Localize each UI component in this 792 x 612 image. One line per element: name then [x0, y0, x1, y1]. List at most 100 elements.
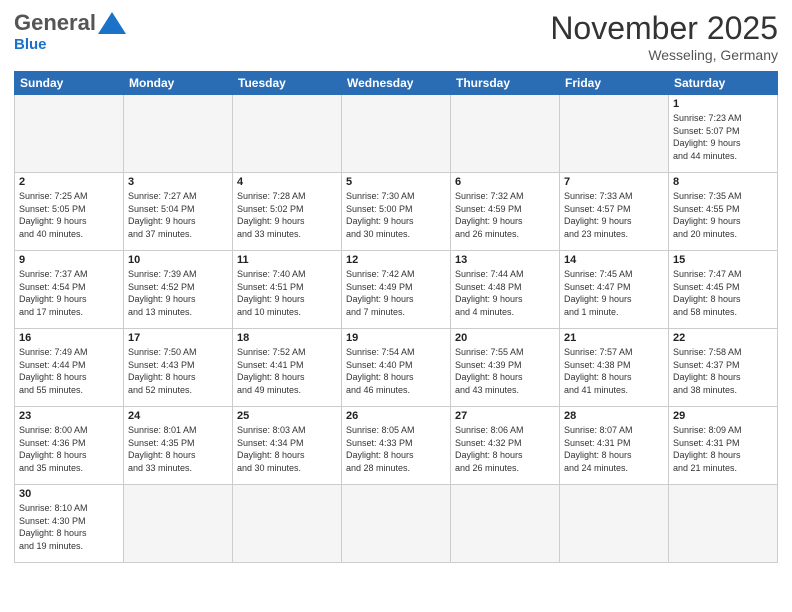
calendar-cell: [15, 95, 124, 173]
calendar-cell: [342, 95, 451, 173]
day-number: 24: [128, 410, 228, 422]
day-number: 14: [564, 254, 664, 266]
day-header-saturday: Saturday: [669, 72, 778, 95]
calendar-cell: [124, 95, 233, 173]
calendar-cell: 13 Sunrise: 7:44 AM Sunset: 4:48 PM Dayli…: [451, 251, 560, 329]
day-number: 23: [19, 410, 119, 422]
logo-triangle-icon: [98, 12, 126, 34]
calendar-cell: 10 Sunrise: 7:39 AM Sunset: 4:52 PM Dayli…: [124, 251, 233, 329]
day-info: Sunrise: 8:03 AM Sunset: 4:34 PM Dayligh…: [237, 424, 337, 474]
calendar-table: SundayMondayTuesdayWednesdayThursdayFrid…: [14, 71, 778, 563]
day-info: Sunrise: 8:07 AM Sunset: 4:31 PM Dayligh…: [564, 424, 664, 474]
calendar-cell: 14 Sunrise: 7:45 AM Sunset: 4:47 PM Dayli…: [560, 251, 669, 329]
day-header-tuesday: Tuesday: [233, 72, 342, 95]
day-info: Sunrise: 7:40 AM Sunset: 4:51 PM Dayligh…: [237, 268, 337, 318]
calendar-header-row: SundayMondayTuesdayWednesdayThursdayFrid…: [15, 72, 778, 95]
calendar-cell: 22Sunrise: 7:58 AM Sunset: 4:37 PM Dayli…: [669, 329, 778, 407]
day-number: 25: [237, 410, 337, 422]
logo: General Blue: [14, 10, 126, 53]
day-number: 20: [455, 332, 555, 344]
calendar-cell: 20 Sunrise: 7:55 AM Sunset: 4:39 PM Dayli…: [451, 329, 560, 407]
day-info: Sunrise: 7:37 AM Sunset: 4:54 PM Dayligh…: [19, 268, 119, 318]
calendar-cell: [560, 95, 669, 173]
calendar-week-row: 23 Sunrise: 8:00 AM Sunset: 4:36 PM Dayli…: [15, 407, 778, 485]
calendar-cell: [451, 95, 560, 173]
day-info: Sunrise: 7:25 AM Sunset: 5:05 PM Dayligh…: [19, 190, 119, 240]
calendar-cell: 19 Sunrise: 7:54 AM Sunset: 4:40 PM Dayli…: [342, 329, 451, 407]
day-number: 13: [455, 254, 555, 266]
page: General Blue November 2025 Wesseling, Ge…: [0, 0, 792, 612]
calendar-cell: [560, 485, 669, 563]
day-info: Sunrise: 7:49 AM Sunset: 4:44 PM Dayligh…: [19, 346, 119, 396]
day-header-friday: Friday: [560, 72, 669, 95]
calendar-cell: 2 Sunrise: 7:25 AM Sunset: 5:05 PM Daylig…: [15, 173, 124, 251]
calendar-week-row: 16 Sunrise: 7:49 AM Sunset: 4:44 PM Dayli…: [15, 329, 778, 407]
calendar-cell: 9 Sunrise: 7:37 AM Sunset: 4:54 PM Daylig…: [15, 251, 124, 329]
day-info: Sunrise: 7:42 AM Sunset: 4:49 PM Dayligh…: [346, 268, 446, 318]
day-info: Sunrise: 7:54 AM Sunset: 4:40 PM Dayligh…: [346, 346, 446, 396]
day-number: 19: [346, 332, 446, 344]
calendar-cell: 26Sunrise: 8:05 AM Sunset: 4:33 PM Dayli…: [342, 407, 451, 485]
day-info: Sunrise: 8:05 AM Sunset: 4:33 PM Dayligh…: [346, 424, 446, 474]
day-header-monday: Monday: [124, 72, 233, 95]
day-info: Sunrise: 7:45 AM Sunset: 4:47 PM Dayligh…: [564, 268, 664, 318]
day-info: Sunrise: 7:39 AM Sunset: 4:52 PM Dayligh…: [128, 268, 228, 318]
day-number: 5: [346, 176, 446, 188]
calendar-cell: 8Sunrise: 7:35 AM Sunset: 4:55 PM Daylig…: [669, 173, 778, 251]
calendar-cell: 27 Sunrise: 8:06 AM Sunset: 4:32 PM Dayli…: [451, 407, 560, 485]
calendar-cell: [233, 485, 342, 563]
day-info: Sunrise: 7:27 AM Sunset: 5:04 PM Dayligh…: [128, 190, 228, 240]
calendar-cell: 12Sunrise: 7:42 AM Sunset: 4:49 PM Dayli…: [342, 251, 451, 329]
calendar-cell: [124, 485, 233, 563]
calendar-cell: 1Sunrise: 7:23 AM Sunset: 5:07 PM Daylig…: [669, 95, 778, 173]
day-number: 11: [237, 254, 337, 266]
day-number: 8: [673, 176, 773, 188]
calendar-cell: [233, 95, 342, 173]
day-number: 27: [455, 410, 555, 422]
day-number: 17: [128, 332, 228, 344]
calendar-cell: 23 Sunrise: 8:00 AM Sunset: 4:36 PM Dayli…: [15, 407, 124, 485]
day-number: 10: [128, 254, 228, 266]
day-number: 21: [564, 332, 664, 344]
day-header-thursday: Thursday: [451, 72, 560, 95]
day-number: 15: [673, 254, 773, 266]
calendar-cell: 24Sunrise: 8:01 AM Sunset: 4:35 PM Dayli…: [124, 407, 233, 485]
day-info: Sunrise: 7:44 AM Sunset: 4:48 PM Dayligh…: [455, 268, 555, 318]
day-number: 3: [128, 176, 228, 188]
calendar-cell: 18Sunrise: 7:52 AM Sunset: 4:41 PM Dayli…: [233, 329, 342, 407]
calendar-cell: 15Sunrise: 7:47 AM Sunset: 4:45 PM Dayli…: [669, 251, 778, 329]
calendar-cell: [451, 485, 560, 563]
calendar-cell: 4Sunrise: 7:28 AM Sunset: 5:02 PM Daylig…: [233, 173, 342, 251]
calendar-cell: 7Sunrise: 7:33 AM Sunset: 4:57 PM Daylig…: [560, 173, 669, 251]
day-header-sunday: Sunday: [15, 72, 124, 95]
day-info: Sunrise: 8:10 AM Sunset: 4:30 PM Dayligh…: [19, 502, 119, 552]
calendar-cell: 25 Sunrise: 8:03 AM Sunset: 4:34 PM Dayli…: [233, 407, 342, 485]
day-header-wednesday: Wednesday: [342, 72, 451, 95]
calendar-week-row: 30Sunrise: 8:10 AM Sunset: 4:30 PM Dayli…: [15, 485, 778, 563]
calendar-week-row: 9 Sunrise: 7:37 AM Sunset: 4:54 PM Daylig…: [15, 251, 778, 329]
logo-blue-text: Blue: [14, 36, 47, 53]
day-number: 29: [673, 410, 773, 422]
calendar-cell: 29 Sunrise: 8:09 AM Sunset: 4:31 PM Dayli…: [669, 407, 778, 485]
header: General Blue November 2025 Wesseling, Ge…: [14, 10, 778, 63]
calendar-cell: 11 Sunrise: 7:40 AM Sunset: 4:51 PM Dayli…: [233, 251, 342, 329]
day-info: Sunrise: 7:33 AM Sunset: 4:57 PM Dayligh…: [564, 190, 664, 240]
day-number: 1: [673, 98, 773, 110]
calendar-week-row: 1Sunrise: 7:23 AM Sunset: 5:07 PM Daylig…: [15, 95, 778, 173]
day-number: 2: [19, 176, 119, 188]
day-info: Sunrise: 7:58 AM Sunset: 4:37 PM Dayligh…: [673, 346, 773, 396]
calendar-cell: [342, 485, 451, 563]
day-number: 9: [19, 254, 119, 266]
day-number: 16: [19, 332, 119, 344]
day-info: Sunrise: 8:00 AM Sunset: 4:36 PM Dayligh…: [19, 424, 119, 474]
calendar-cell: [669, 485, 778, 563]
location: Wesseling, Germany: [550, 47, 778, 63]
day-number: 28: [564, 410, 664, 422]
day-info: Sunrise: 7:52 AM Sunset: 4:41 PM Dayligh…: [237, 346, 337, 396]
day-info: Sunrise: 7:55 AM Sunset: 4:39 PM Dayligh…: [455, 346, 555, 396]
day-info: Sunrise: 8:06 AM Sunset: 4:32 PM Dayligh…: [455, 424, 555, 474]
day-info: Sunrise: 8:09 AM Sunset: 4:31 PM Dayligh…: [673, 424, 773, 474]
calendar-cell: 30Sunrise: 8:10 AM Sunset: 4:30 PM Dayli…: [15, 485, 124, 563]
calendar-cell: 17Sunrise: 7:50 AM Sunset: 4:43 PM Dayli…: [124, 329, 233, 407]
calendar-cell: 3 Sunrise: 7:27 AM Sunset: 5:04 PM Daylig…: [124, 173, 233, 251]
